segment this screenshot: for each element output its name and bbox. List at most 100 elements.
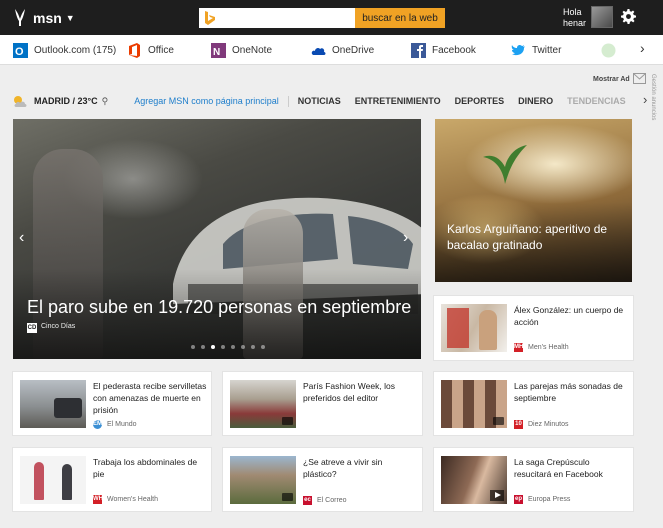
twitter-icon [511,44,525,56]
feature-headline[interactable]: Karlos Arguiñano: aperitivo de bacalao g… [447,221,629,253]
news-source: Diez Minutos [528,421,569,428]
camera-icon [282,493,293,501]
mens-health-icon: MH [514,343,524,352]
carousel-prev-icon[interactable]: ‹ [19,229,24,247]
xbox-icon [601,43,616,58]
camera-icon [282,417,293,425]
diez-minutos-icon: 10 [514,420,523,429]
news-card[interactable]: París Fashion Week, los preferidos del e… [222,371,423,436]
news-thumbnail [441,304,507,352]
feature-card[interactable]: Karlos Arguiñano: aperitivo de bacalao g… [435,119,632,282]
news-card[interactable]: ¿Se atreve a vivir sin plástico? ec El C… [222,447,423,512]
show-ad-link[interactable]: Mostrar Ad [593,76,630,83]
bing-icon [205,11,215,25]
avatar[interactable] [591,6,613,28]
camera-icon [493,417,504,425]
outlook-icon: O [13,43,28,58]
news-thumbnail [20,456,86,504]
play-icon[interactable] [490,490,504,501]
el-mundo-icon: EM [93,420,102,429]
hero-headline[interactable]: El paro sube en 19.720 personas en septi… [27,297,411,318]
office-icon [129,43,140,58]
ad-management-label[interactable]: Gestión anuncios [650,74,656,120]
search-bar: buscar en la web [199,8,445,28]
news-thumbnail [441,380,507,428]
carousel-dot[interactable] [191,345,195,349]
shortcut-outlook[interactable]: O Outlook.com (175) [13,43,116,58]
el-correo-icon: ec [303,496,312,505]
set-homepage-link[interactable]: Agregar MSN como página principal [134,96,279,106]
onedrive-icon [311,47,326,55]
svg-text:N: N [213,47,220,58]
shortcut-onenote[interactable]: N OneNote [211,43,272,58]
news-thumbnail [441,456,507,504]
news-headline[interactable]: Trabaja los abdominales de pie [93,456,208,480]
nav-dinero[interactable]: DINERO [518,96,553,106]
carousel-dot-active[interactable] [211,345,215,349]
news-headline[interactable]: La saga Crepúsculo resucitará en Faceboo… [514,456,626,480]
partly-cloudy-icon [14,95,27,107]
shortcut-facebook[interactable]: Facebook [411,43,476,58]
news-card[interactable]: El pederasta recibe servilletas con amen… [12,371,212,436]
facebook-icon [411,43,426,58]
cinco-dias-icon: CD [27,323,37,333]
nav-deportes[interactable]: DEPORTES [455,96,505,106]
news-card[interactable]: Trabaja los abdominales de pie WH Women'… [12,447,212,512]
location-pin-icon[interactable]: ⚲ [102,96,109,107]
weather-city[interactable]: MADRID / 23°C [34,96,98,106]
nav-next-arrow-icon[interactable]: › [643,92,647,107]
feature-image-herb [483,145,527,184]
msn-logo[interactable]: msn ▼ [12,8,75,27]
search-input[interactable] [199,8,355,28]
news-card[interactable]: La saga Crepúsculo resucitará en Faceboo… [433,447,634,512]
shortcut-twitter[interactable]: Twitter [511,43,561,58]
shortcuts-next-arrow-icon[interactable]: › [640,40,645,56]
news-headline[interactable]: ¿Se atreve a vivir sin plástico? [303,456,413,480]
msn-butterfly-icon [15,9,25,26]
brand-name: msn [33,9,62,26]
chevron-down-icon[interactable]: ▼ [66,13,75,23]
news-thumbnail [230,456,296,504]
news-source: El Correo [317,497,347,504]
shortcuts-bar: O Outlook.com (175) Office N OneNote One… [0,35,663,65]
news-source: Men's Health [528,344,569,351]
onenote-icon: N [211,43,226,58]
carousel-dot[interactable] [231,345,235,349]
top-bar: msn ▼ buscar en la web Hola henar [0,0,663,35]
news-thumbnail [230,380,296,428]
news-headline[interactable]: París Fashion Week, los preferidos del e… [303,380,413,404]
carousel-dots [191,345,265,349]
news-source: Women's Health [107,496,159,503]
news-headline[interactable]: Álex González: un cuerpo de acción [514,304,629,328]
news-card[interactable]: Las parejas más sonadas de septiembre 10… [433,371,634,436]
nav-noticias[interactable]: NOTICIAS [298,96,341,106]
womens-health-icon: WH [93,495,103,504]
news-card[interactable]: Álex González: un cuerpo de acción MH Me… [433,295,634,361]
news-source: Europa Press [528,496,571,503]
gear-icon[interactable] [621,9,636,24]
news-source: El Mundo [107,421,137,428]
news-thumbnail [20,380,86,428]
news-headline[interactable]: El pederasta recibe servilletas con amen… [93,380,208,416]
carousel-dot[interactable] [201,345,205,349]
carousel-next-icon[interactable]: › [403,229,408,247]
nav-entretenimiento[interactable]: ENTRETENIMIENTO [355,96,441,106]
user-greeting[interactable]: Hola henar [563,7,586,29]
europa-press-icon: ep [514,495,523,504]
search-button[interactable]: buscar en la web [355,8,445,28]
shortcut-xbox[interactable] [601,43,622,58]
nav-tendencias[interactable]: TENDENCIAS [567,96,626,106]
mail-icon[interactable] [633,73,646,84]
hero-source: Cinco Días [41,323,76,330]
hero-carousel[interactable]: El paro sube en 19.720 personas en septi… [13,119,421,359]
nav-row: MADRID / 23°C ⚲ Agregar MSN como página … [12,92,642,110]
carousel-dot[interactable] [221,345,225,349]
divider [287,95,289,107]
shortcut-onedrive[interactable]: OneDrive [311,43,374,58]
shortcut-office[interactable]: Office [127,43,174,58]
news-headline[interactable]: Las parejas más sonadas de septiembre [514,380,629,404]
carousel-dot[interactable] [241,345,245,349]
svg-text:O: O [15,46,24,58]
carousel-dot[interactable] [261,345,265,349]
carousel-dot[interactable] [251,345,255,349]
